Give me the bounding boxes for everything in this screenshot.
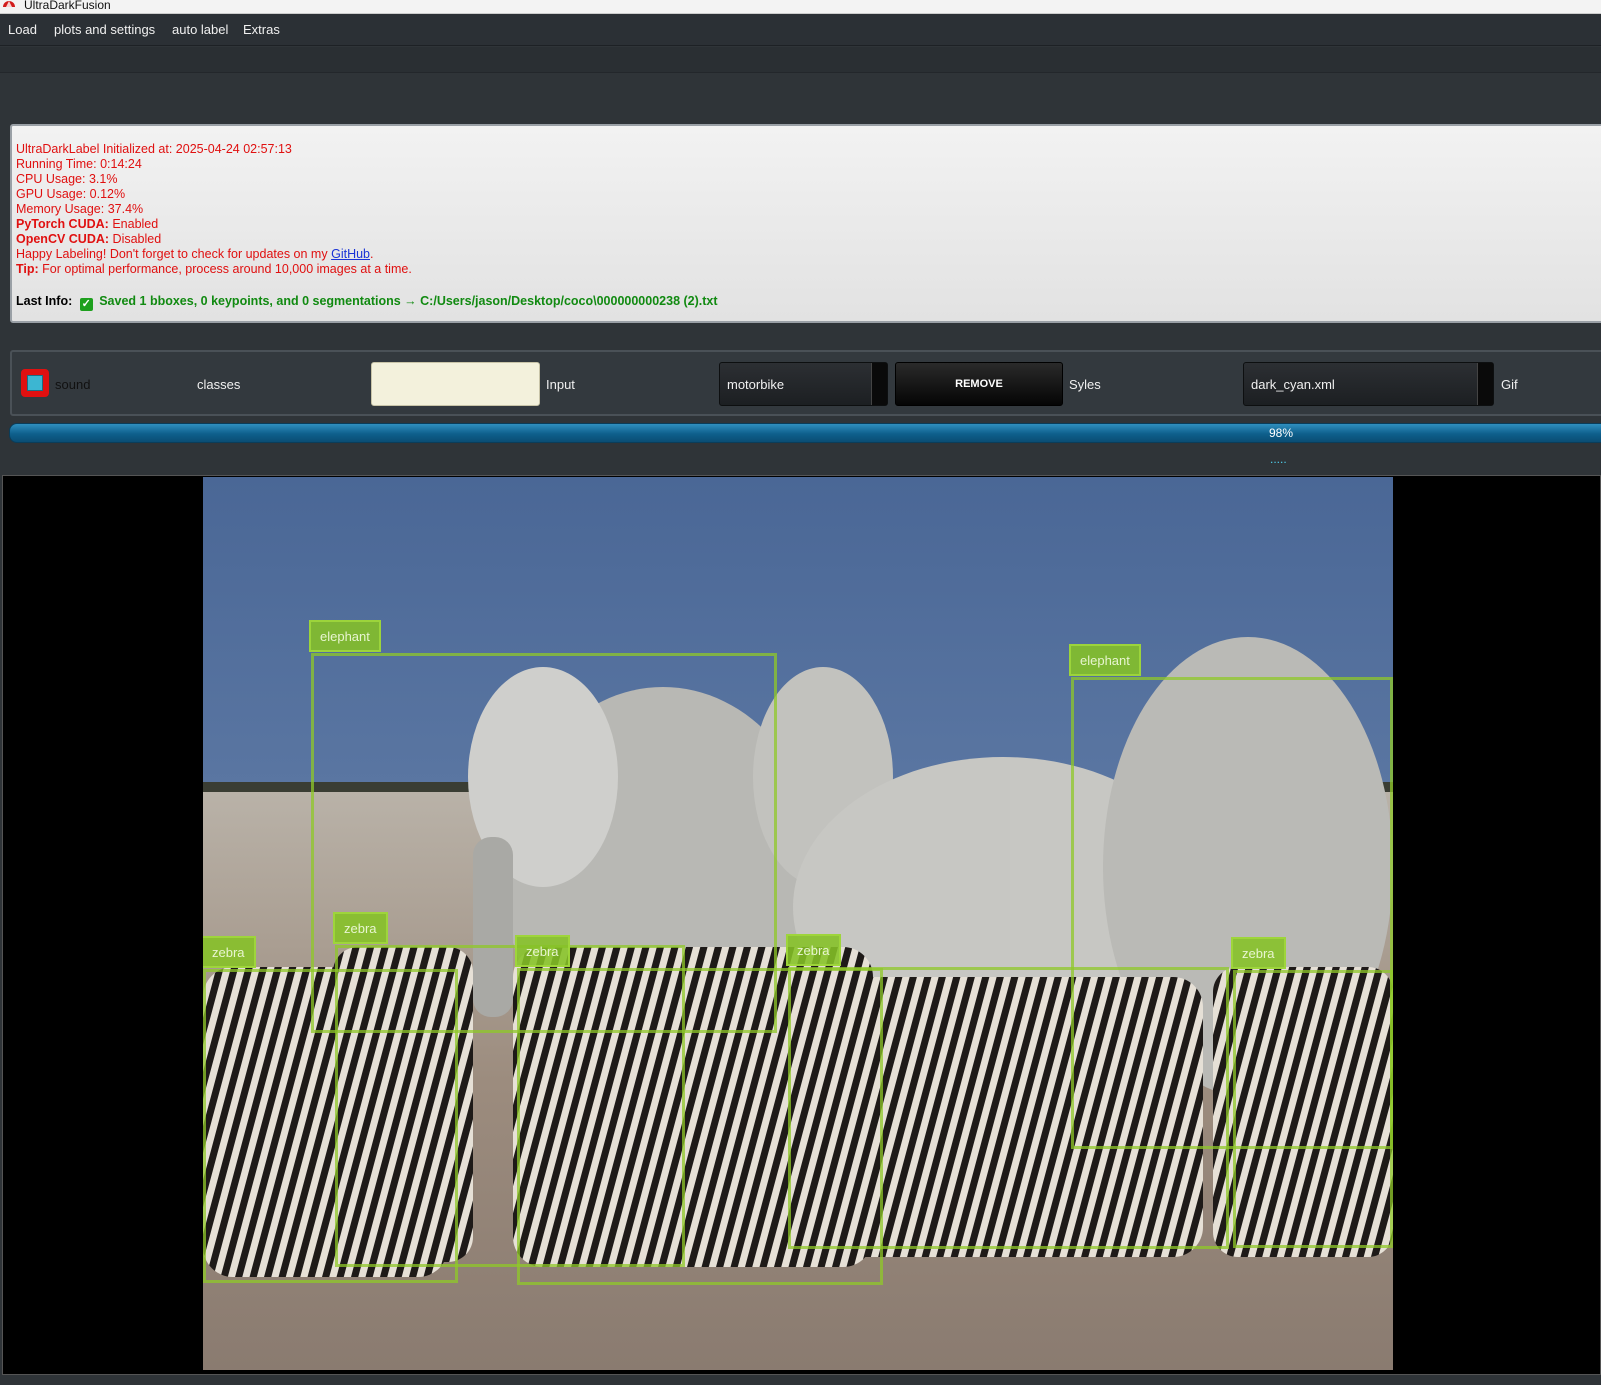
status-dots: ..... (1270, 452, 1287, 466)
sound-checkbox[interactable] (21, 369, 49, 397)
chevron-down-icon (1477, 363, 1493, 405)
last-info-label: Last Info: (16, 294, 73, 308)
toolbar-strip (0, 47, 1601, 73)
menu-load[interactable]: Load (8, 22, 37, 37)
menu-auto-label[interactable]: auto label (172, 22, 228, 37)
style-dropdown[interactable]: dark_cyan.xml (1243, 362, 1494, 406)
umbrella-icon (3, 1, 15, 7)
status-strip (0, 1376, 1601, 1385)
opencv-cuda-status: OpenCV CUDA: Disabled (16, 232, 1601, 247)
menu-plots-and-settings[interactable]: plots and settings (54, 22, 155, 37)
chevron-down-icon (871, 363, 887, 405)
image-viewer[interactable]: elephant elephant zebra zebra zebra zebr… (2, 475, 1601, 1375)
bbox-label: zebra (203, 936, 256, 968)
menu-bar: Load plots and settings auto label Extra… (0, 14, 1601, 46)
bbox-label: zebra (333, 912, 388, 944)
class-dropdown[interactable]: motorbike (719, 362, 888, 406)
controls-bar: sound classes Input motorbike REMOVE Syl… (10, 350, 1601, 416)
bbox-label: zebra (786, 934, 841, 966)
check-icon: ✓ (79, 298, 93, 311)
bbox-label: zebra (515, 935, 570, 967)
gif-label: Gif (1501, 377, 1518, 392)
happy-labeling-text: Happy Labeling! Don't forget to check fo… (16, 247, 374, 261)
progress-text: 98% (1269, 426, 1294, 440)
checkbox-indicator (27, 375, 43, 391)
info-panel: UltraDarkLabel Initialized at: 2025-04-2… (10, 124, 1601, 323)
sound-label: sound (55, 377, 91, 392)
class-input-field[interactable] (371, 362, 540, 406)
opencv-cuda-label: OpenCV CUDA: (16, 232, 110, 246)
github-link[interactable]: GitHub (331, 247, 370, 261)
bbox-label: elephant (309, 620, 381, 652)
happy-text: Happy Labeling! Don't forget to check fo… (16, 247, 328, 261)
tip-body: For optimal performance, process around … (42, 262, 412, 276)
pytorch-cuda-label: PyTorch CUDA: (16, 217, 109, 231)
pytorch-cuda-value: Enabled (112, 217, 159, 231)
bbox-zebra[interactable] (788, 967, 1229, 1249)
progress-bar: 98% (9, 423, 1601, 443)
window-titlebar: UltraDarkFusion (0, 0, 1601, 14)
styles-label: Syles (1069, 377, 1101, 392)
style-dropdown-value: dark_cyan.xml (1251, 377, 1335, 392)
opencv-cuda-value: Disabled (112, 232, 162, 246)
last-info-message: Saved 1 bboxes, 0 keypoints, and 0 segme… (99, 294, 718, 308)
menu-extras[interactable]: Extras (243, 22, 280, 37)
tip-text: Tip: For optimal performance, process ar… (16, 262, 1601, 277)
pytorch-cuda-status: PyTorch CUDA: Enabled (16, 217, 1601, 232)
initialized-text: UltraDarkLabel Initialized at: 2025-04-2… (16, 142, 292, 156)
classes-label: classes (197, 377, 241, 392)
last-info: Last Info: ✓ Saved 1 bboxes, 0 keypoints… (16, 294, 1601, 311)
gpu-usage-text: GPU Usage: 0.12% (16, 187, 126, 201)
annotated-image[interactable]: elephant elephant zebra zebra zebra zebr… (203, 477, 1393, 1370)
class-dropdown-value: motorbike (727, 377, 785, 392)
memory-usage-text: Memory Usage: 37.4% (16, 202, 144, 216)
running-time-text: Running Time: 0:14:24 (16, 157, 142, 171)
bbox-label: elephant (1069, 644, 1141, 676)
remove-button[interactable]: REMOVE (895, 362, 1063, 406)
input-label: Input (546, 377, 575, 392)
bbox-zebra[interactable] (1233, 970, 1393, 1248)
window-title: UltraDarkFusion (24, 0, 111, 12)
cpu-usage-text: CPU Usage: 3.1% (16, 172, 118, 186)
tip-label: Tip: (16, 262, 39, 276)
bbox-label: zebra (1231, 937, 1286, 969)
